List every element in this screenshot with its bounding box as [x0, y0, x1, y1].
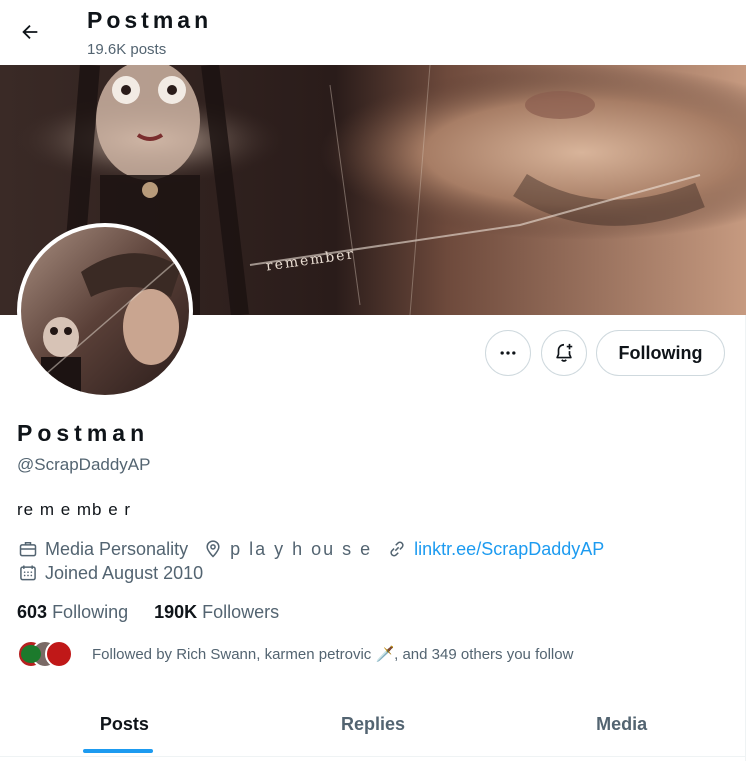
category-text: Media Personality [45, 538, 189, 559]
location-pin-icon [206, 540, 220, 558]
followed-by[interactable]: Followed by Rich Swann, karmen petrovic … [17, 638, 573, 670]
followers-count: 190K [154, 602, 198, 622]
following-label: Following [52, 602, 129, 622]
location-text: p la y h ou s e [230, 538, 373, 559]
followed-by-text[interactable]: Followed by Rich Swann, karmen petrovic … [92, 645, 573, 663]
more-button[interactable] [485, 330, 531, 376]
followers-stat[interactable]: 190K Followers [154, 602, 279, 623]
tab-replies[interactable]: Replies [249, 695, 498, 753]
joined-row: Joined August 2010 [17, 562, 217, 584]
joined-item: Joined August 2010 [17, 562, 203, 584]
joined-text: Joined August 2010 [45, 562, 204, 583]
followers-label: Followers [202, 602, 280, 622]
follower-avatars [17, 639, 77, 669]
following-button[interactable]: Following [596, 330, 725, 376]
briefcase-icon [19, 542, 37, 557]
more-dots-icon [500, 351, 516, 355]
profile-link[interactable]: linktr.ee/ScrapDaddyAP [414, 539, 604, 560]
active-tab-indicator [83, 749, 153, 753]
location-item: p la y h ou s e [202, 538, 372, 560]
back-button[interactable] [12, 14, 48, 50]
tab-posts[interactable]: Posts [0, 695, 249, 753]
mini-avatar-face [21, 645, 41, 663]
calendar-icon [20, 565, 36, 581]
following-count: 603 [17, 602, 48, 622]
tab-label: Replies [340, 713, 406, 734]
post-count: 19.6K posts [87, 41, 167, 58]
bell-plus-icon [556, 343, 573, 362]
notifications-button[interactable] [541, 330, 587, 376]
follow-stats: 603 Following 190K Followers [17, 602, 305, 623]
category-item: Media Personality [17, 538, 188, 560]
tab-label: Posts [99, 713, 149, 734]
link-item[interactable]: linktr.ee/ScrapDaddyAP [386, 538, 604, 560]
profile-tabs: Posts Replies Media [0, 695, 746, 753]
tab-media[interactable]: Media [497, 695, 746, 753]
profile-meta: Media Personality p la y h ou s e linktr… [17, 538, 618, 560]
avatar [45, 640, 73, 668]
page-title: Postman [87, 7, 213, 33]
profile-bio: re m e mb e r [17, 500, 132, 519]
profile-handle: @ScrapDaddyAP [17, 455, 151, 474]
following-stat[interactable]: 603 Following [17, 602, 128, 623]
arrow-left-icon [22, 24, 38, 40]
tabs-divider [0, 756, 746, 757]
link-icon [390, 541, 404, 557]
top-bar: Postman 19.6K posts [0, 0, 746, 65]
tab-label: Media [596, 713, 648, 734]
profile-name: Postman [17, 420, 150, 446]
profile-page: Postman 19.6K posts remember Following P… [0, 0, 746, 761]
profile-avatar[interactable] [17, 223, 193, 399]
